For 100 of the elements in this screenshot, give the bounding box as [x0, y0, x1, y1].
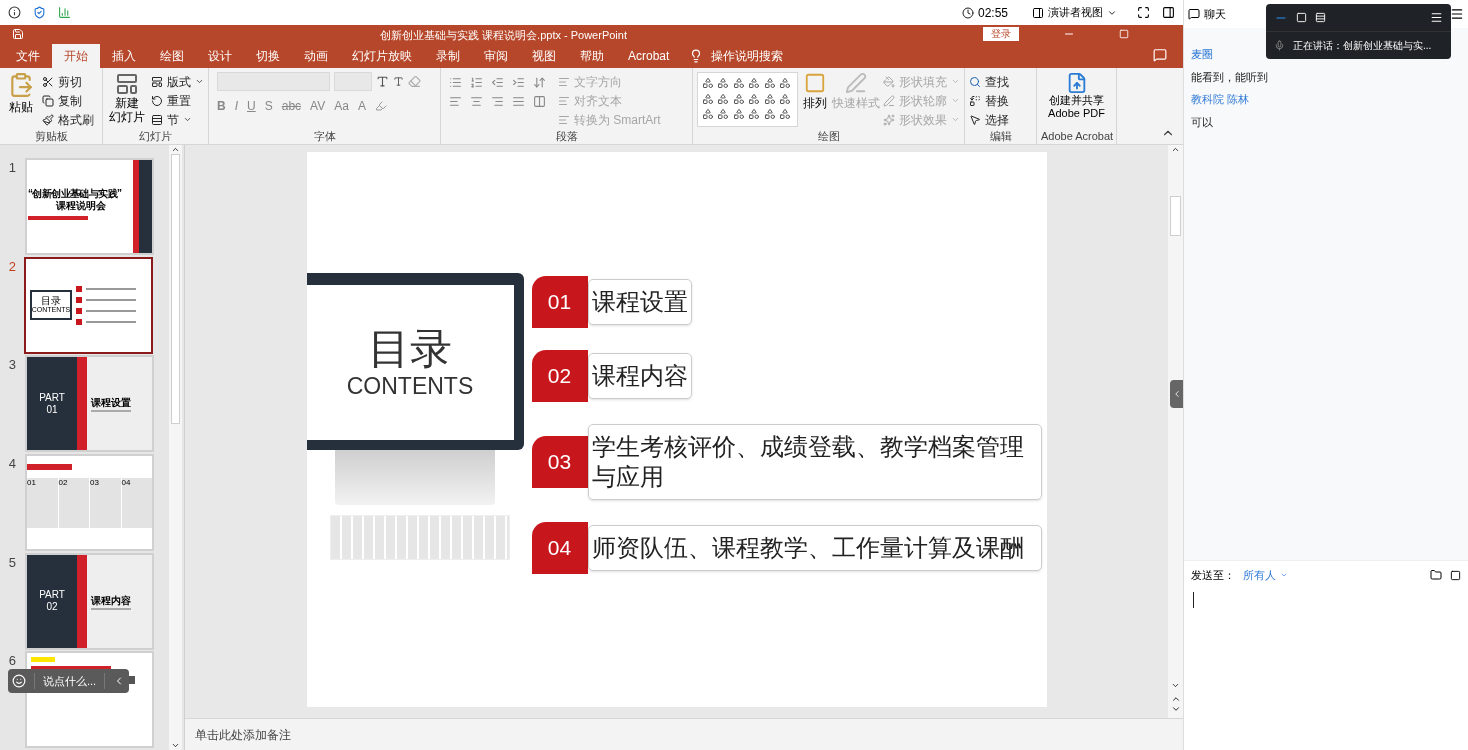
scroll-thumb[interactable]: [171, 154, 180, 424]
notes-placeholder[interactable]: 单击此处添加备注: [195, 725, 291, 744]
shape-icon[interactable]: [748, 108, 761, 121]
slides-button[interactable]: 重置: [151, 91, 204, 110]
shape-icon[interactable]: [702, 77, 714, 89]
slide-thumbnail[interactable]: PART 02 课程内容: [27, 554, 152, 648]
shape-icon[interactable]: [717, 77, 730, 89]
font-format-button[interactable]: U: [247, 97, 256, 115]
font-format-button[interactable]: AV: [310, 97, 326, 115]
fullscreen-icon[interactable]: [1137, 6, 1150, 19]
tell-me-search[interactable]: 操作说明搜索: [711, 47, 784, 65]
sign-in-button[interactable]: 登录: [983, 26, 1019, 41]
font-format-button[interactable]: B: [217, 97, 226, 115]
ribbon-tab[interactable]: 视图: [520, 44, 568, 68]
ribbon-tab[interactable]: 绘图: [148, 44, 196, 68]
outdent-icon[interactable]: [491, 76, 504, 89]
slide-thumbnail[interactable]: 01 02 03 04: [27, 456, 152, 549]
screenshot-icon[interactable]: [1450, 569, 1461, 581]
bullets-icon[interactable]: [449, 76, 462, 89]
clipboard-button[interactable]: 复制: [42, 91, 94, 110]
shape-icon[interactable]: [748, 92, 761, 105]
panel-toggle-tab[interactable]: [1170, 380, 1183, 408]
slide-thumbnail[interactable]: “创新创业基础与实践” 课程说明会: [27, 160, 152, 253]
grow-font-icon[interactable]: [376, 75, 389, 88]
menu-icon[interactable]: [1430, 11, 1443, 24]
info-icon[interactable]: [8, 6, 21, 19]
comments-icon[interactable]: [1153, 48, 1167, 62]
scrollbar[interactable]: [169, 145, 182, 750]
shield-icon[interactable]: [33, 6, 46, 19]
align-right-icon[interactable]: [491, 95, 504, 108]
font-format-button[interactable]: I: [234, 97, 238, 115]
shape-icon[interactable]: [732, 108, 745, 121]
shape-icon[interactable]: [763, 92, 776, 105]
shape-icon[interactable]: [732, 92, 745, 105]
ribbon-tab[interactable]: 录制: [424, 44, 472, 68]
ribbon-tab[interactable]: 文件: [4, 44, 52, 68]
editing-button[interactable]: 选择: [969, 110, 1009, 129]
editing-button[interactable]: 替换: [969, 91, 1009, 110]
ribbon-tab[interactable]: 开始: [52, 44, 100, 68]
scroll-up-icon[interactable]: [171, 145, 180, 154]
highlighter-icon[interactable]: [374, 100, 387, 112]
window-icon[interactable]: [1296, 12, 1307, 23]
presenter-view-button[interactable]: 演讲者视图: [1032, 4, 1117, 21]
shape-icon[interactable]: [748, 77, 761, 89]
next-slide-icon[interactable]: [1170, 704, 1181, 714]
shape-icon[interactable]: [779, 77, 792, 89]
ribbon-tab[interactable]: Acrobat: [616, 44, 682, 68]
align-center-icon[interactable]: [470, 95, 483, 108]
layout-icon[interactable]: [1315, 12, 1326, 23]
save-icon[interactable]: [12, 27, 24, 40]
scroll-thumb[interactable]: [1170, 196, 1181, 236]
font-format-button[interactable]: A: [357, 97, 366, 115]
shape-icon[interactable]: [763, 77, 776, 89]
slides-button[interactable]: 版式: [151, 72, 204, 91]
maximize-icon[interactable]: [1119, 28, 1129, 39]
ribbon-tab[interactable]: 插入: [100, 44, 148, 68]
slides-button[interactable]: 节: [151, 110, 204, 129]
comment-input-toast[interactable]: 说点什么...: [8, 669, 130, 693]
ribbon-tab[interactable]: 切换: [244, 44, 292, 68]
paste-button[interactable]: 粘贴: [4, 72, 38, 129]
editing-button[interactable]: 查找: [969, 72, 1009, 91]
new-slide-button[interactable]: 新建 幻灯片: [107, 72, 147, 129]
scroll-up-icon[interactable]: [1171, 145, 1180, 154]
justify-icon[interactable]: [512, 95, 525, 108]
shrink-font-icon[interactable]: [393, 76, 404, 87]
shape-icon[interactable]: [779, 92, 792, 105]
ribbon-tab[interactable]: 审阅: [472, 44, 520, 68]
ribbon-tab[interactable]: 设计: [196, 44, 244, 68]
previous-slide-icon[interactable]: [1170, 694, 1181, 704]
font-size-field[interactable]: [334, 72, 372, 91]
columns-icon[interactable]: [533, 95, 546, 108]
shape-icon[interactable]: [702, 92, 714, 105]
font-name-field[interactable]: [217, 72, 330, 91]
ribbon-tab[interactable]: 动画: [292, 44, 340, 68]
line-spacing-icon[interactable]: [533, 76, 546, 89]
numbering-icon[interactable]: [470, 76, 483, 89]
font-format-button[interactable]: Aa: [334, 97, 349, 115]
slide-thumbnail[interactable]: PART 01 课程设置: [27, 357, 152, 451]
shape-icon[interactable]: [717, 92, 730, 105]
side-panel-icon[interactable]: [1162, 6, 1175, 19]
menu-icon[interactable]: [1450, 7, 1464, 21]
recipient-dropdown[interactable]: 所有人: [1243, 567, 1288, 584]
scroll-down-icon[interactable]: [171, 741, 180, 750]
scroll-down-icon[interactable]: [1171, 681, 1180, 690]
font-format-button[interactable]: abc: [281, 97, 302, 115]
align-left-icon[interactable]: [449, 95, 462, 108]
clipboard-button[interactable]: 格式刷: [42, 110, 94, 129]
arrange-button[interactable]: 排列: [801, 72, 829, 129]
shape-icon[interactable]: [732, 77, 745, 89]
font-format-button[interactable]: S: [264, 97, 273, 115]
clipboard-button[interactable]: 剪切: [42, 72, 94, 91]
shape-icon[interactable]: [763, 108, 776, 121]
indent-icon[interactable]: [512, 76, 525, 89]
folder-icon[interactable]: [1430, 569, 1442, 582]
ribbon-tab[interactable]: 帮助: [568, 44, 616, 68]
shapes-gallery[interactable]: [697, 72, 798, 127]
shape-icon[interactable]: [717, 108, 730, 121]
scrollbar[interactable]: [1168, 145, 1183, 718]
create-pdf-button[interactable]: 创建并共享 Adobe PDF: [1041, 72, 1112, 129]
ribbon-tab[interactable]: 幻灯片放映: [340, 44, 424, 68]
